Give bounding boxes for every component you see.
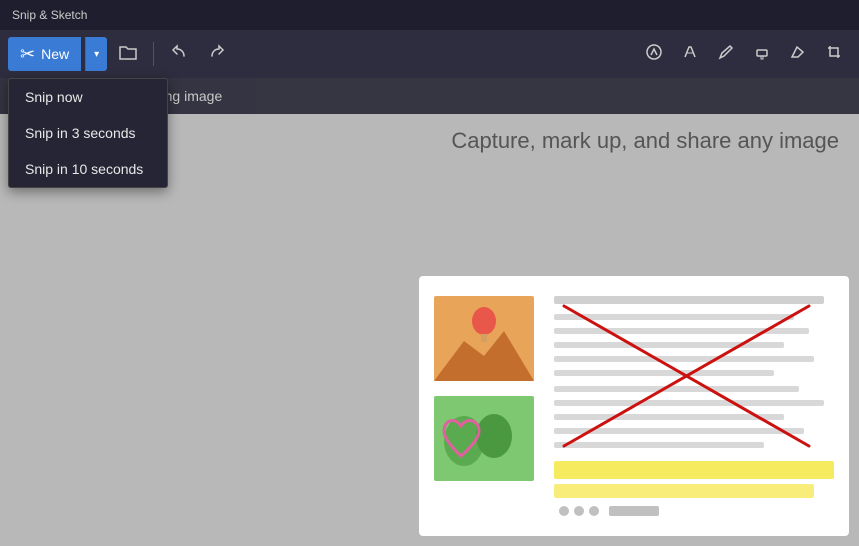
crop-icon	[825, 43, 843, 66]
new-icon: ✂	[20, 44, 35, 65]
new-label: New	[41, 46, 69, 62]
ballpoint-icon	[681, 43, 699, 66]
ballpoint-pen-button[interactable]	[673, 37, 707, 71]
highlighter-button[interactable]	[745, 37, 779, 71]
title-bar: Snip & Sketch	[0, 0, 859, 30]
preview-illustration	[409, 266, 859, 546]
eraser-button[interactable]	[781, 37, 815, 71]
preview-area	[409, 266, 859, 546]
touch-write-button[interactable]	[637, 37, 671, 71]
app-title: Snip & Sketch	[12, 8, 87, 22]
open-button[interactable]	[111, 37, 145, 71]
snip-now-item[interactable]: Snip now	[9, 79, 167, 115]
toolbar-left: ✂ New ▾	[8, 37, 234, 71]
crop-button[interactable]	[817, 37, 851, 71]
undo-icon	[171, 44, 187, 65]
chevron-down-icon: ▾	[94, 49, 99, 60]
pencil-icon	[717, 43, 735, 66]
eraser-icon	[789, 43, 807, 66]
pencil-button[interactable]	[709, 37, 743, 71]
toolbar-right	[637, 37, 851, 71]
new-dropdown-button[interactable]: ▾	[85, 37, 107, 71]
separator-1	[153, 42, 154, 66]
snip-3s-item[interactable]: Snip in 3 seconds	[9, 115, 167, 151]
new-button[interactable]: ✂ New	[8, 37, 81, 71]
dropdown-menu: Snip now Snip in 3 seconds Snip in 10 se…	[8, 78, 168, 188]
redo-button[interactable]	[200, 37, 234, 71]
touch-write-icon	[645, 43, 663, 66]
center-text: Capture, mark up, and share any image	[451, 128, 839, 154]
redo-icon	[209, 44, 225, 65]
snip-10s-item[interactable]: Snip in 10 seconds	[9, 151, 167, 187]
undo-button[interactable]	[162, 37, 196, 71]
folder-icon	[119, 44, 137, 65]
highlighter-icon	[753, 43, 771, 66]
toolbar: ✂ New ▾	[0, 30, 859, 78]
